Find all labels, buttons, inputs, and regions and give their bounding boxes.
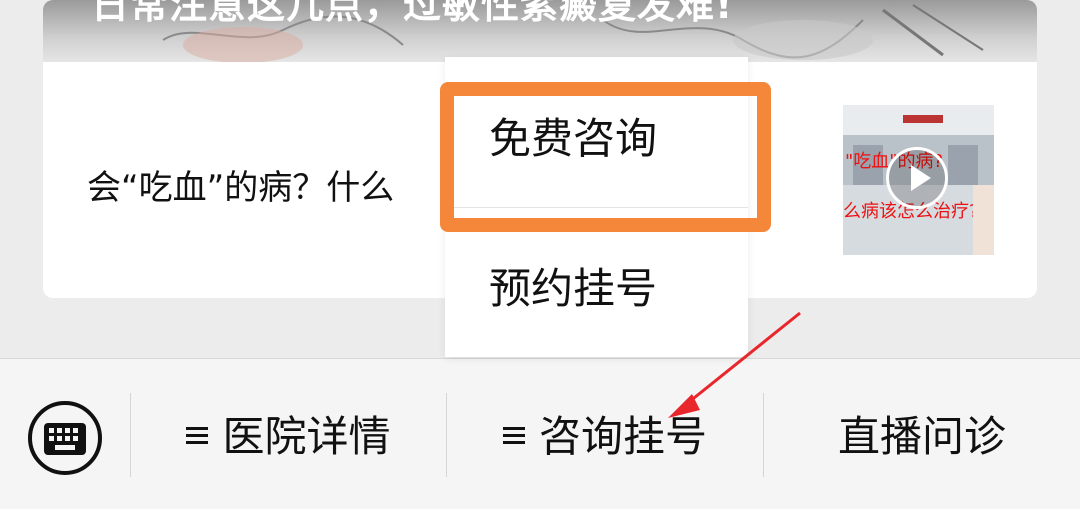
menu-consult-register[interactable]: 咨询挂号: [447, 407, 763, 467]
play-icon[interactable]: [886, 147, 948, 209]
menu-live-consult[interactable]: 直播问诊: [764, 407, 1080, 467]
wechat-official-account-page: 日常注意这几点，过敏性紫癜复发难! 会“吃血”的病？什么 "吃血"的病? 么病该…: [0, 0, 1080, 509]
submenu-book-appointment-label: 预约挂号: [489, 264, 658, 313]
submenu-free-consult[interactable]: 免费咨询: [445, 57, 748, 207]
menu-consult-register-label: 咨询挂号: [538, 412, 707, 461]
menu-live-consult-label: 直播问诊: [837, 412, 1006, 461]
article-banner[interactable]: 日常注意这几点，过敏性紫癜复发难!: [43, 0, 1037, 62]
submenu-free-consult-label: 免费咨询: [489, 114, 658, 163]
menu-hospital-details-label: 医院详情: [222, 412, 391, 461]
keyboard-toggle-button[interactable]: [28, 401, 102, 475]
menu-list-icon: [502, 423, 525, 448]
menu-list-icon: [186, 423, 209, 448]
menu-hospital-details[interactable]: 医院详情: [131, 407, 446, 467]
banner-title: 日常注意这几点，过敏性紫癜复发难!: [91, 0, 734, 27]
bottom-menu-bar: 医院详情 咨询挂号 直播问诊: [0, 358, 1080, 509]
video-thumbnail[interactable]: "吃血"的病? 么病该怎么治疗?: [843, 105, 994, 255]
submenu-book-appointment[interactable]: 预约挂号: [445, 208, 748, 358]
keyboard-icon: [44, 423, 86, 455]
submenu-popup: 免费咨询 预约挂号: [445, 57, 748, 357]
article-title: 会“吃血”的病？什么: [87, 168, 395, 208]
